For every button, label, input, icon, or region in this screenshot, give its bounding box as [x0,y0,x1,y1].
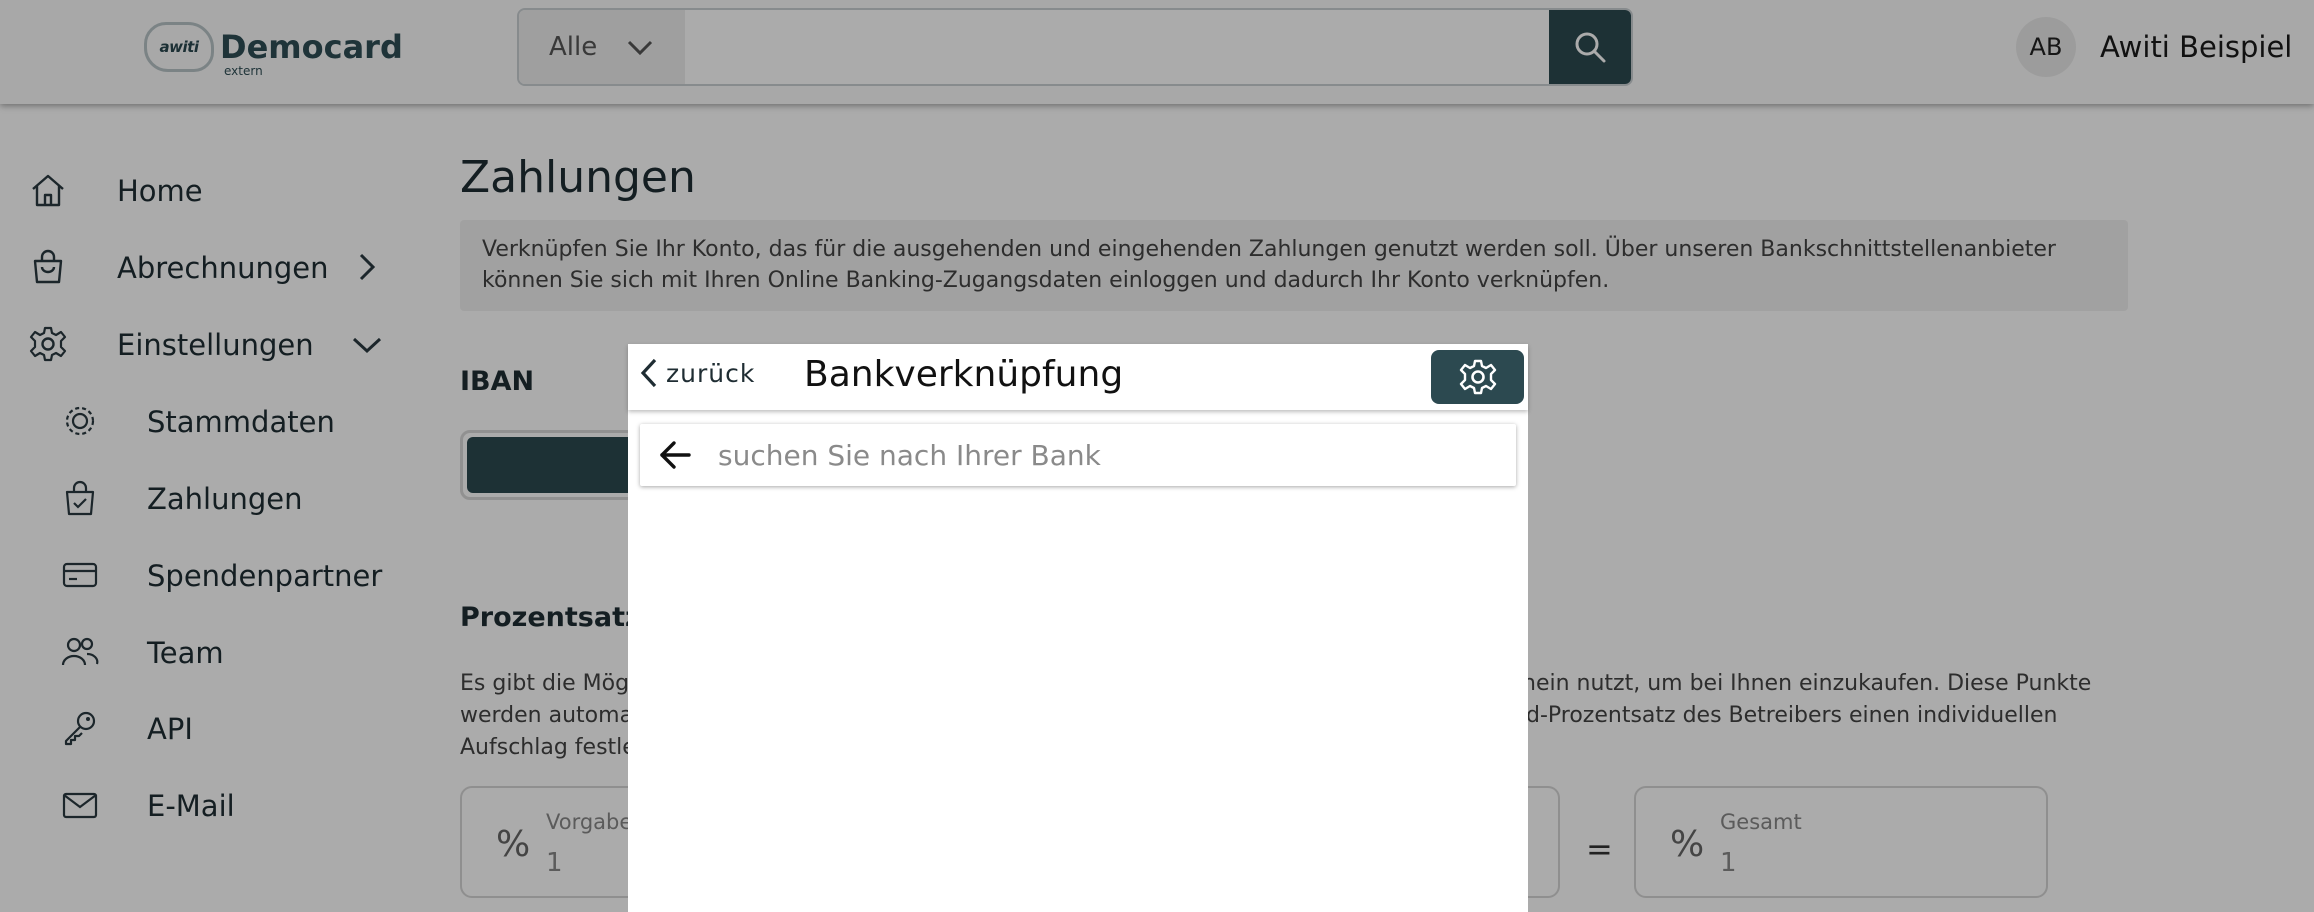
arrow-left-icon[interactable] [658,438,692,472]
bank-search-input[interactable] [718,432,1498,478]
back-button-label: zurück [666,358,756,388]
dialog-title: Bankverknüpfung [804,354,1124,395]
gear-icon [1459,359,1496,395]
settings-button[interactable] [1431,350,1524,404]
back-button[interactable]: zurück [640,358,755,388]
dialog-header: zurück Bankverknüpfung [628,344,1528,410]
bank-search-bar [640,424,1516,486]
bank-link-dialog: zurück Bankverknüpfung [628,344,1528,912]
chevron-left-icon [640,358,657,388]
